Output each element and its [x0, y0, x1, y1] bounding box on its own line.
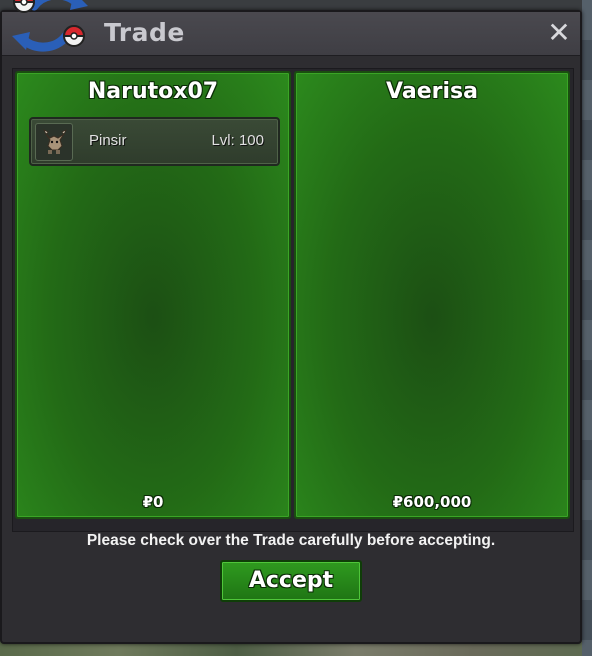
- trade-window: Trade ✕ Narutox07 Pinsir Lvl: 100 ₽0 Vae…: [0, 10, 582, 644]
- game-background-edge: [582, 0, 592, 656]
- left-player-name: Narutox07: [87, 79, 219, 104]
- accept-button[interactable]: Accept: [220, 560, 362, 602]
- left-money-offer: ₽0: [142, 493, 164, 511]
- item-name: Pinsir: [89, 132, 127, 149]
- item-level: Lvl: 100: [211, 132, 264, 149]
- trade-swap-logo-icon: [12, 0, 88, 52]
- right-offer-panel: Vaerisa ₽600,000: [294, 71, 570, 519]
- trade-notice: Please check over the Trade carefully be…: [86, 532, 496, 549]
- right-player-name: Vaerisa: [386, 79, 478, 104]
- trade-offers-area: Narutox07 Pinsir Lvl: 100 ₽0 Vaerisa ₽60…: [12, 68, 574, 532]
- close-icon[interactable]: ✕: [544, 18, 574, 48]
- offer-item[interactable]: Pinsir Lvl: 100: [29, 117, 280, 166]
- window-title: Trade: [104, 18, 185, 47]
- right-money-offer: ₽600,000: [392, 493, 472, 511]
- pinsir-sprite-icon: [35, 123, 73, 161]
- left-offer-panel: Narutox07 Pinsir Lvl: 100 ₽0: [15, 71, 291, 519]
